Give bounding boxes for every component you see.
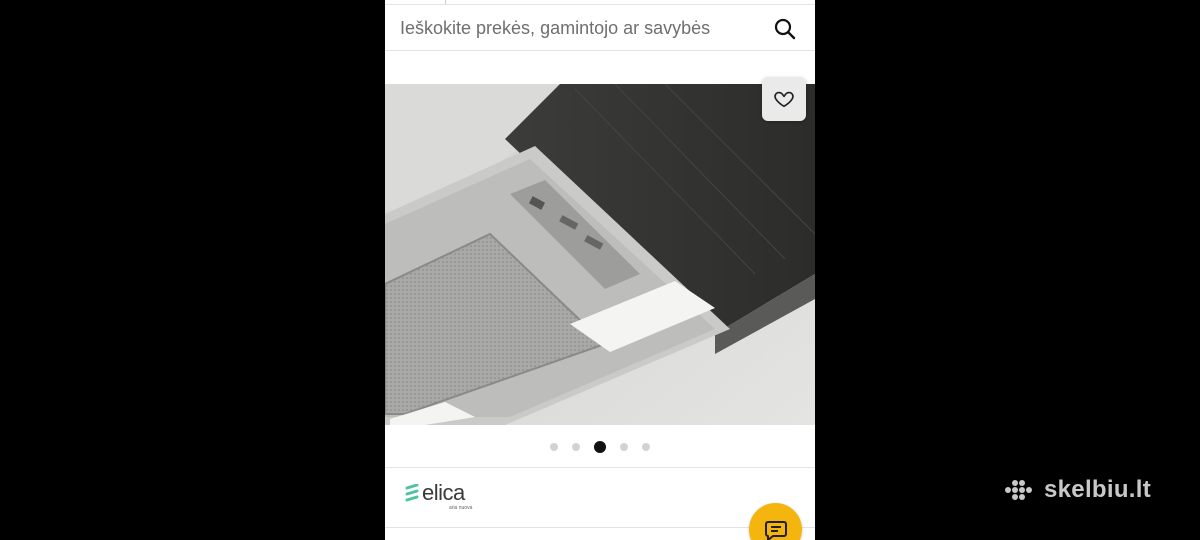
gallery-dot[interactable] xyxy=(572,443,580,451)
brand-tagline: aria nuova xyxy=(449,505,473,511)
chat-bubble-icon xyxy=(764,520,787,540)
product-image[interactable] xyxy=(385,84,815,425)
gallery-dot[interactable] xyxy=(642,443,650,451)
gallery-dot[interactable] xyxy=(550,443,558,451)
elica-logo-icon xyxy=(405,484,419,502)
gallery-pagination xyxy=(385,440,815,454)
brand-logo[interactable]: elica aria nuova xyxy=(405,480,472,511)
search-placeholder[interactable]: Ieškokite prekės, gamintojo ar savybės xyxy=(400,18,710,39)
gallery-dot-active[interactable] xyxy=(594,441,606,453)
search-icon[interactable] xyxy=(773,17,797,41)
watermark: skelbiu.lt xyxy=(1002,476,1151,504)
skelbiu-logo-icon xyxy=(1005,480,1032,500)
section-divider xyxy=(385,467,815,468)
watermark-text: skelbiu.lt xyxy=(1044,476,1152,503)
favorite-button[interactable] xyxy=(762,77,806,121)
gallery-dot[interactable] xyxy=(620,443,628,451)
chat-button[interactable] xyxy=(749,503,802,540)
phone-screen: Ieškokite prekės, gamintojo ar savybės e… xyxy=(385,0,815,540)
brand-name: elica xyxy=(422,480,465,505)
cooker-hood-illustration xyxy=(385,84,815,425)
heart-icon xyxy=(774,91,794,108)
search-bar[interactable]: Ieškokite prekės, gamintojo ar savybės xyxy=(385,4,815,51)
